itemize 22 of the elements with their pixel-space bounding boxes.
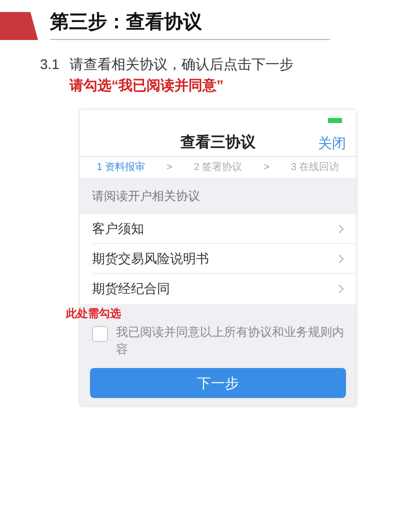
agreement-row[interactable]: 客户须知 [92, 214, 356, 244]
annotation-text: 此处需勾选 [66, 306, 121, 322]
step-number: 3.1 [40, 55, 60, 74]
step-separator: > [166, 161, 172, 175]
agreement-row[interactable]: 期货交易风险说明书 [92, 244, 356, 274]
instruction-note: 请勾选“我已阅读并同意” [69, 76, 224, 95]
close-link[interactable]: 关闭 [318, 132, 346, 154]
chevron-icon [338, 224, 344, 234]
slide-title: 第三步：查看协议 [50, 8, 330, 40]
step-label: 2 签署协议 [194, 160, 242, 175]
step-separator: > [264, 161, 270, 175]
step-label: 1 资料报审 [96, 160, 146, 175]
agreement-row[interactable]: 期货经纪合同 [92, 274, 356, 304]
section-label: 请阅读开户相关协议 [92, 188, 200, 205]
battery-icon [328, 118, 342, 122]
consent-text: 我已阅读并同意以上所有协议和业务规则内容 [116, 324, 344, 358]
chevron-icon [338, 254, 344, 264]
consent-checkbox[interactable] [92, 326, 108, 342]
step-label: 3 在线回访 [290, 160, 340, 175]
chevron-icon [338, 284, 344, 294]
screen-title: 查看三协议 [180, 132, 256, 153]
instruction-text: 请查看相关协议，确认后点击下一步 [69, 55, 294, 74]
